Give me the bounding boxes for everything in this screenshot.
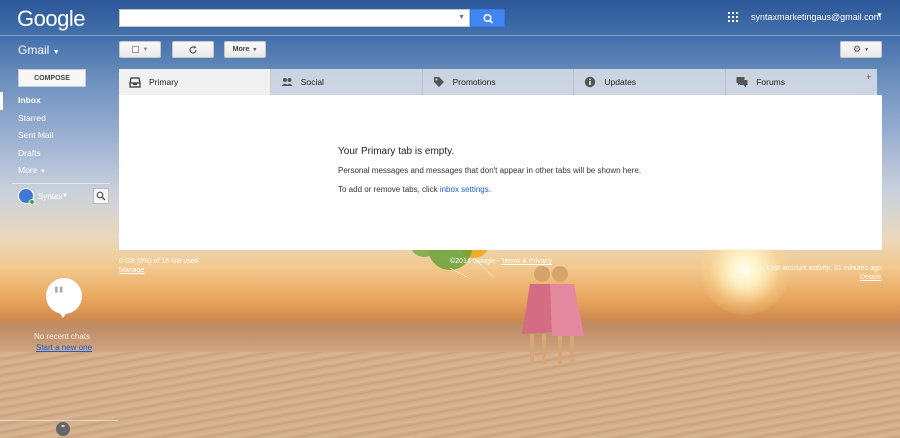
- account-email[interactable]: syntaxmarketingaus@gmail.com: [751, 12, 881, 22]
- gmail-label: Gmail: [18, 43, 50, 57]
- header-divider: [0, 35, 900, 36]
- people-icon: [281, 78, 293, 86]
- search-button[interactable]: [470, 9, 505, 27]
- people-search-button[interactable]: [93, 188, 109, 204]
- hangouts-user-name[interactable]: Syntax: [38, 192, 62, 201]
- no-recent-chats-text: No recent chats: [34, 332, 91, 341]
- manage-storage-link[interactable]: Manage: [119, 267, 144, 274]
- compose-button[interactable]: COMPOSE: [18, 69, 86, 87]
- sidebar-bottom-divider: [0, 420, 118, 421]
- gmail-app-menu[interactable]: Gmail ▼: [18, 43, 60, 57]
- copyright-label: ©2014 Google -: [450, 258, 502, 265]
- tab-social-label: Social: [300, 77, 324, 87]
- tab-promotions[interactable]: Promotions: [423, 69, 575, 95]
- search-options-caret-icon[interactable]: ▼: [458, 14, 465, 21]
- chevron-down-icon[interactable]: ▼: [62, 193, 68, 199]
- sidebar-more-label: More: [18, 165, 38, 175]
- more-actions-button[interactable]: More ▼: [224, 41, 266, 58]
- activity-details-link[interactable]: Details: [860, 274, 881, 281]
- chevron-down-icon: ▼: [39, 169, 46, 175]
- chevron-down-icon: ▼: [252, 46, 258, 53]
- sidebar-item-more[interactable]: More ▼: [0, 162, 112, 180]
- chevron-down-icon: ▼: [52, 49, 60, 56]
- hangouts-icon[interactable]: ": [56, 422, 70, 436]
- more-label: More: [232, 46, 250, 53]
- tab-updates[interactable]: Updates: [574, 69, 727, 95]
- background-beach: [0, 352, 900, 438]
- add-tab-icon[interactable]: +: [866, 72, 871, 82]
- search-field[interactable]: [123, 11, 453, 25]
- inbox-icon: [129, 77, 141, 88]
- tab-forums[interactable]: Forums: [726, 69, 877, 95]
- storage-usage: 0 GB (0%) of 15 GB used: [119, 258, 199, 265]
- search-input[interactable]: ▼: [119, 9, 470, 27]
- empty-tab-title: Your Primary tab is empty.: [338, 146, 455, 157]
- empty-tab-hint: To add or remove tabs, click inbox setti…: [338, 185, 491, 194]
- refresh-button[interactable]: [172, 41, 214, 58]
- tab-forums-label: Forums: [756, 77, 785, 87]
- terms-privacy-link[interactable]: Terms & Privacy: [501, 258, 552, 265]
- chevron-down-icon: ▼: [142, 46, 149, 53]
- online-status-icon: [29, 199, 35, 205]
- search-icon: [483, 13, 494, 24]
- sidebar-divider: [12, 183, 110, 184]
- search-icon: [96, 191, 106, 201]
- sidebar-item-drafts[interactable]: Drafts: [0, 145, 112, 163]
- select-checkbox-button[interactable]: ▼: [119, 41, 161, 58]
- background-children: [522, 266, 584, 364]
- tab-promotions-label: Promotions: [452, 77, 496, 87]
- info-icon: [585, 76, 596, 88]
- account-caret-icon[interactable]: ▼: [876, 12, 883, 19]
- quote-icon: ": [53, 283, 65, 309]
- last-account-activity: Last account activity: 31 minutes ago: [767, 265, 882, 272]
- empty-tab-hint-suffix: .: [488, 185, 491, 194]
- tab-social[interactable]: Social: [271, 69, 423, 95]
- inbox-settings-link[interactable]: inbox settings: [440, 185, 489, 194]
- refresh-icon: [189, 45, 197, 54]
- tab-updates-label: Updates: [604, 77, 637, 87]
- empty-tab-hint-prefix: To add or remove tabs, click: [338, 185, 440, 194]
- chevron-down-icon: ▼: [864, 46, 870, 53]
- empty-tab-description: Personal messages and messages that don'…: [338, 166, 642, 175]
- sidebar-item-inbox[interactable]: Inbox: [0, 92, 112, 110]
- start-new-chat-link[interactable]: Start a new one: [36, 343, 92, 352]
- settings-button[interactable]: ⚙ ▼: [840, 41, 882, 58]
- sidebar-item-sent-mail[interactable]: Sent Mail: [0, 127, 112, 145]
- sidebar-item-starred[interactable]: Starred: [0, 110, 112, 128]
- tab-primary-label: Primary: [149, 77, 179, 87]
- copyright-text: ©2014 Google - Terms & Privacy: [450, 258, 552, 265]
- tag-icon: [433, 77, 444, 87]
- sidebar-nav: Inbox Starred Sent Mail Drafts More ▼: [0, 92, 112, 180]
- inbox-tabs: Primary Social Promotions Updates Forums: [119, 69, 877, 95]
- apps-grid-icon[interactable]: [728, 12, 738, 22]
- google-logo[interactable]: Google: [17, 6, 85, 32]
- forum-icon: [736, 77, 748, 88]
- gear-icon: ⚙: [852, 44, 862, 54]
- background-sea: [0, 322, 900, 354]
- checkbox-icon: [131, 46, 139, 53]
- tab-primary[interactable]: Primary: [119, 69, 271, 95]
- hangouts-bubble-tail: [57, 309, 69, 318]
